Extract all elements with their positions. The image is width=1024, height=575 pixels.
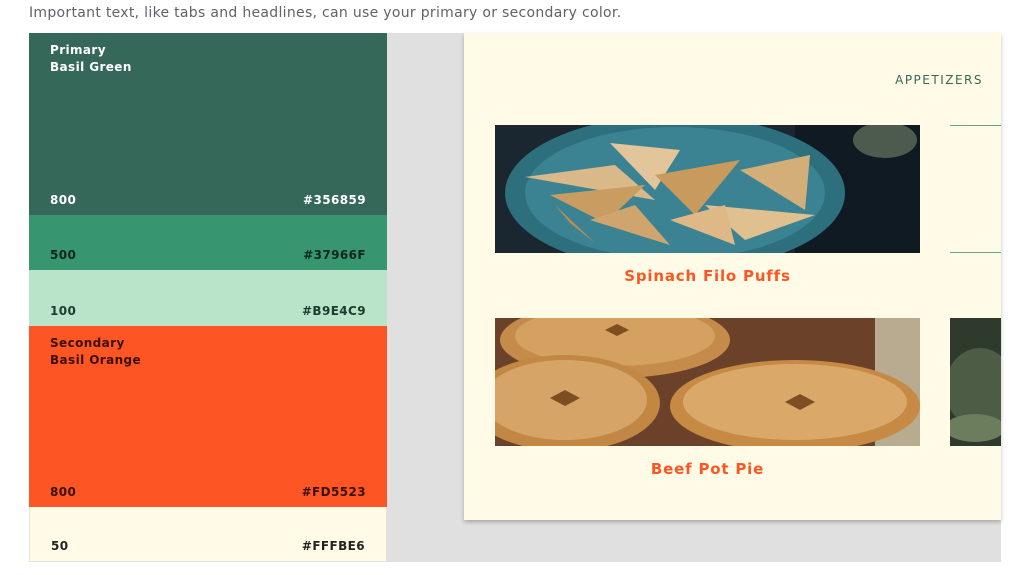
shade-label: 800 [50, 193, 77, 207]
primary-role-label: Primary [50, 43, 106, 57]
secondary-color-name: Basil Orange [50, 353, 142, 367]
pot-pie-image [495, 318, 920, 446]
shade-label: 100 [50, 304, 77, 318]
primary-color-name: Basil Green [50, 60, 132, 74]
next-dish-photo[interactable] [950, 318, 1001, 446]
shade-label: 500 [50, 248, 77, 262]
pot-pie-photo[interactable] [495, 318, 920, 446]
hex-code: #B9E4C9 [301, 304, 366, 318]
primary-swatch-500: 500 #37966F [29, 215, 387, 270]
next-dish-image [950, 318, 1001, 446]
hex-code: #FFFBE6 [301, 539, 365, 553]
dish-title[interactable]: Spinach Filo Puffs [495, 267, 920, 285]
primary-swatch-800: Primary Basil Green 800 #356859 [29, 33, 387, 215]
hex-code: #37966F [303, 248, 366, 262]
secondary-role-label: Secondary [50, 336, 125, 350]
secondary-swatch-50: 50 #FFFBE6 [29, 507, 387, 562]
caption-text: Important text, like tabs and headlines,… [29, 5, 622, 21]
dish-title[interactable]: Beef Pot Pie [495, 460, 920, 478]
tab-appetizers[interactable]: APPETIZERS [895, 73, 983, 87]
app-mockup-screen: APPETIZERS Spinach Filo Puffs Beef Pot P… [464, 33, 1001, 520]
color-palette: Primary Basil Green 800 #356859 500 #379… [29, 33, 387, 562]
filo-puffs-image [495, 125, 920, 253]
filo-puffs-photo[interactable] [495, 125, 920, 253]
divider-line [950, 125, 1001, 126]
hex-code: #FD5523 [301, 485, 366, 499]
secondary-swatch-800: Secondary Basil Orange 800 #FD5523 [29, 326, 387, 507]
shade-label: 50 [51, 539, 69, 553]
divider-line [950, 252, 1001, 253]
shade-label: 800 [50, 485, 77, 499]
primary-swatch-100: 100 #B9E4C9 [29, 270, 387, 326]
hex-code: #356859 [303, 193, 366, 207]
